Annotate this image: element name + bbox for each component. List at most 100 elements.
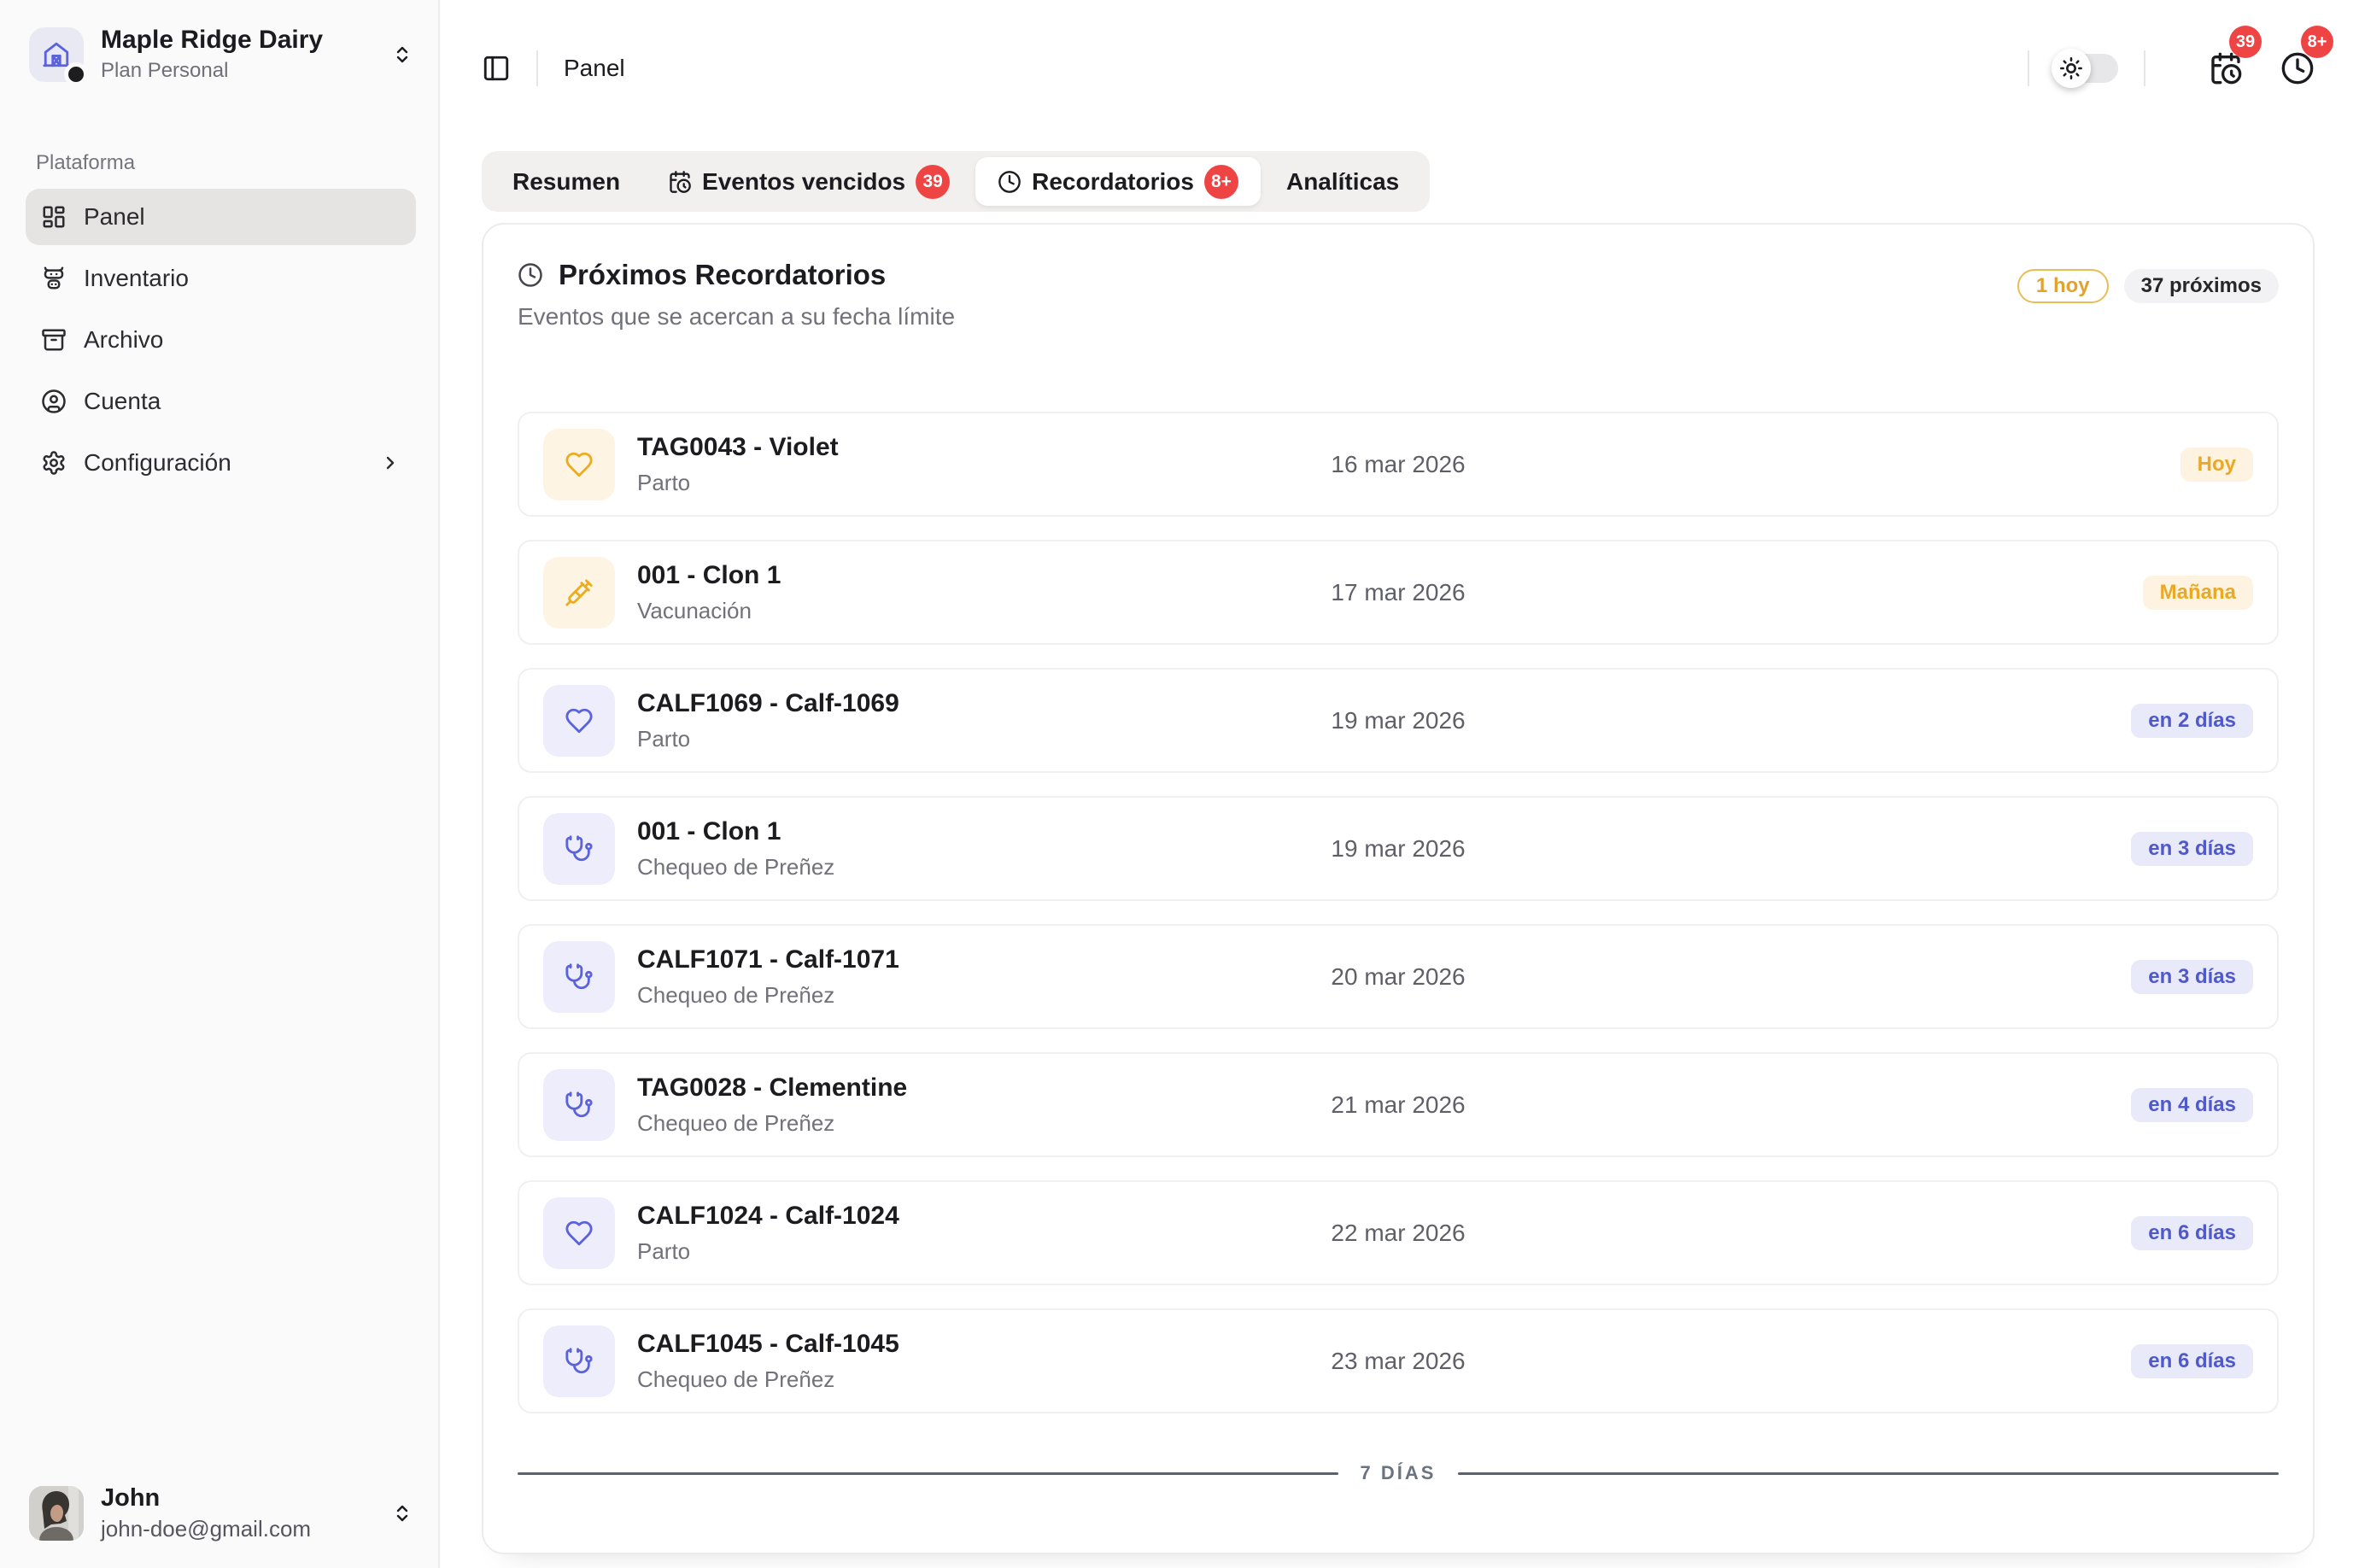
card-header: Próximos Recordatorios Eventos que se ac… bbox=[518, 259, 2279, 331]
sidebar-item-label: Panel bbox=[84, 203, 145, 231]
reminder-row[interactable]: TAG0043 - Violet Parto 16 mar 2026 Hoy bbox=[518, 412, 2279, 517]
sun-icon bbox=[2059, 56, 2083, 80]
avatar-photo bbox=[29, 1486, 84, 1541]
stethoscope-icon bbox=[565, 962, 594, 992]
card-subtitle: Eventos que se acercan a su fecha límite bbox=[518, 303, 955, 331]
reminder-due-badge: en 2 días bbox=[2131, 704, 2253, 738]
reminder-row[interactable]: CALF1069 - Calf-1069 Parto 19 mar 2026 e… bbox=[518, 668, 2279, 773]
sidebar-item-panel[interactable]: Panel bbox=[26, 189, 416, 245]
reminder-animal: TAG0028 - Clementine bbox=[637, 1074, 907, 1103]
topbar-divider bbox=[2028, 50, 2029, 86]
dashboard-tabs: Resumen Eventos vencidos 39 Recordatorio… bbox=[482, 151, 1430, 212]
today-count-badge: 1 hoy bbox=[2017, 269, 2109, 303]
reminder-date: 19 mar 2026 bbox=[1253, 707, 1543, 734]
reminder-row[interactable]: CALF1045 - Calf-1045 Chequeo de Preñez 2… bbox=[518, 1308, 2279, 1413]
reminder-due-badge: Mañana bbox=[2143, 576, 2253, 610]
reminder-type: Parto bbox=[637, 1238, 899, 1265]
reminder-icon-tile bbox=[543, 429, 615, 500]
reminders-button[interactable]: 8+ bbox=[2280, 51, 2315, 85]
theme-toggle-knob bbox=[2052, 49, 2091, 88]
sidebar-item-label: Configuración bbox=[84, 449, 231, 477]
overdue-events-button[interactable]: 39 bbox=[2209, 51, 2243, 85]
org-switcher[interactable]: Maple Ridge Dairy Plan Personal bbox=[26, 24, 416, 85]
reminder-date: 19 mar 2026 bbox=[1253, 835, 1543, 863]
breadcrumb: Panel bbox=[564, 55, 625, 82]
app-root: Maple Ridge Dairy Plan Personal Platafor… bbox=[0, 0, 2359, 1568]
tab-analiticas[interactable]: Analíticas bbox=[1264, 157, 1421, 206]
chevrons-up-down-icon bbox=[392, 44, 413, 65]
topbar-divider bbox=[2144, 50, 2145, 86]
reminder-animal: CALF1045 - Calf-1045 bbox=[637, 1330, 899, 1359]
reminder-icon-tile bbox=[543, 1325, 615, 1397]
reminder-due-badge: Hoy bbox=[2180, 448, 2253, 482]
reminder-due-badge: en 3 días bbox=[2131, 832, 2253, 866]
org-logo bbox=[29, 27, 84, 82]
reminders-count-badge: 8+ bbox=[2301, 26, 2333, 58]
reminder-row[interactable]: TAG0028 - Clementine Chequeo de Preñez 2… bbox=[518, 1052, 2279, 1157]
tab-count-badge: 8+ bbox=[1204, 165, 1238, 199]
seven-days-label: 7 DÍAS bbox=[1361, 1462, 1437, 1484]
reminder-type: Vacunación bbox=[637, 598, 781, 624]
sidebar-section-label: Plataforma bbox=[26, 151, 416, 175]
reminder-type: Chequeo de Preñez bbox=[637, 1110, 907, 1137]
archive-icon bbox=[41, 327, 67, 353]
reminder-type: Chequeo de Preñez bbox=[637, 1366, 899, 1393]
avatar bbox=[29, 1486, 84, 1541]
sidebar-item-configuracion[interactable]: Configuración bbox=[26, 435, 416, 491]
sidebar-item-archivo[interactable]: Archivo bbox=[26, 312, 416, 368]
stethoscope-icon bbox=[565, 1091, 594, 1120]
reminders-list: TAG0043 - Violet Parto 16 mar 2026 Hoy 0… bbox=[518, 412, 2279, 1413]
sidebar-item-label: Cuenta bbox=[84, 388, 161, 415]
reminder-row[interactable]: 001 - Clon 1 Chequeo de Preñez 19 mar 20… bbox=[518, 796, 2279, 901]
barn-icon bbox=[42, 40, 71, 69]
tab-label: Analíticas bbox=[1286, 168, 1399, 196]
user-name: John bbox=[101, 1484, 311, 1512]
reminder-animal: 001 - Clon 1 bbox=[637, 561, 781, 590]
reminder-row[interactable]: CALF1024 - Calf-1024 Parto 22 mar 2026 e… bbox=[518, 1180, 2279, 1285]
layout-dashboard-icon bbox=[41, 204, 67, 230]
tab-label: Resumen bbox=[512, 168, 620, 196]
reminder-icon-tile bbox=[543, 1069, 615, 1141]
reminder-icon-tile bbox=[543, 685, 615, 757]
theme-toggle[interactable] bbox=[2055, 54, 2118, 83]
reminder-animal: 001 - Clon 1 bbox=[637, 817, 834, 846]
reminder-due-badge: en 4 días bbox=[2131, 1088, 2253, 1122]
reminder-row[interactable]: 001 - Clon 1 Vacunación 17 mar 2026 Maña… bbox=[518, 540, 2279, 645]
seven-days-divider: 7 DÍAS bbox=[518, 1462, 2279, 1484]
reminder-date: 17 mar 2026 bbox=[1253, 579, 1543, 606]
chevrons-up-down-icon bbox=[392, 1503, 413, 1524]
user-menu[interactable]: John john-doe@gmail.com bbox=[26, 1479, 416, 1548]
topbar-actions: 39 8+ bbox=[2002, 50, 2315, 86]
heart-icon bbox=[565, 1219, 594, 1248]
panel-left-icon bbox=[482, 54, 511, 83]
cow-icon bbox=[41, 266, 67, 291]
sidebar-item-cuenta[interactable]: Cuenta bbox=[26, 373, 416, 430]
overdue-count-badge: 39 bbox=[2229, 26, 2262, 58]
reminder-due-badge: en 6 días bbox=[2131, 1216, 2253, 1250]
sidebar-toggle-button[interactable] bbox=[482, 54, 511, 83]
reminder-due-badge: en 3 días bbox=[2131, 960, 2253, 994]
reminder-icon-tile bbox=[543, 941, 615, 1013]
org-name: Maple Ridge Dairy bbox=[101, 26, 323, 55]
main-content: Panel 39 bbox=[440, 0, 2359, 1568]
reminder-type: Chequeo de Preñez bbox=[637, 982, 899, 1009]
sidebar-item-inventario[interactable]: Inventario bbox=[26, 250, 416, 307]
tab-count-badge: 39 bbox=[916, 165, 950, 199]
upcoming-count-badge: 37 próximos bbox=[2124, 269, 2279, 303]
gear-icon bbox=[41, 450, 67, 476]
reminder-date: 22 mar 2026 bbox=[1253, 1220, 1543, 1247]
tab-recordatorios[interactable]: Recordatorios 8+ bbox=[975, 157, 1261, 206]
clock-icon bbox=[998, 170, 1021, 194]
reminder-date: 16 mar 2026 bbox=[1253, 451, 1543, 478]
heart-icon bbox=[565, 450, 594, 479]
reminder-row[interactable]: CALF1071 - Calf-1071 Chequeo de Preñez 2… bbox=[518, 924, 2279, 1029]
reminder-date: 20 mar 2026 bbox=[1253, 963, 1543, 991]
tab-eventos-vencidos[interactable]: Eventos vencidos 39 bbox=[646, 157, 972, 206]
reminder-due-badge: en 6 días bbox=[2131, 1344, 2253, 1378]
tab-resumen[interactable]: Resumen bbox=[490, 157, 642, 206]
heart-icon bbox=[565, 706, 594, 735]
stethoscope-icon bbox=[565, 834, 594, 863]
reminder-animal: CALF1024 - Calf-1024 bbox=[637, 1202, 899, 1231]
org-status-dot bbox=[64, 62, 88, 86]
reminders-card: Próximos Recordatorios Eventos que se ac… bbox=[482, 223, 2315, 1554]
